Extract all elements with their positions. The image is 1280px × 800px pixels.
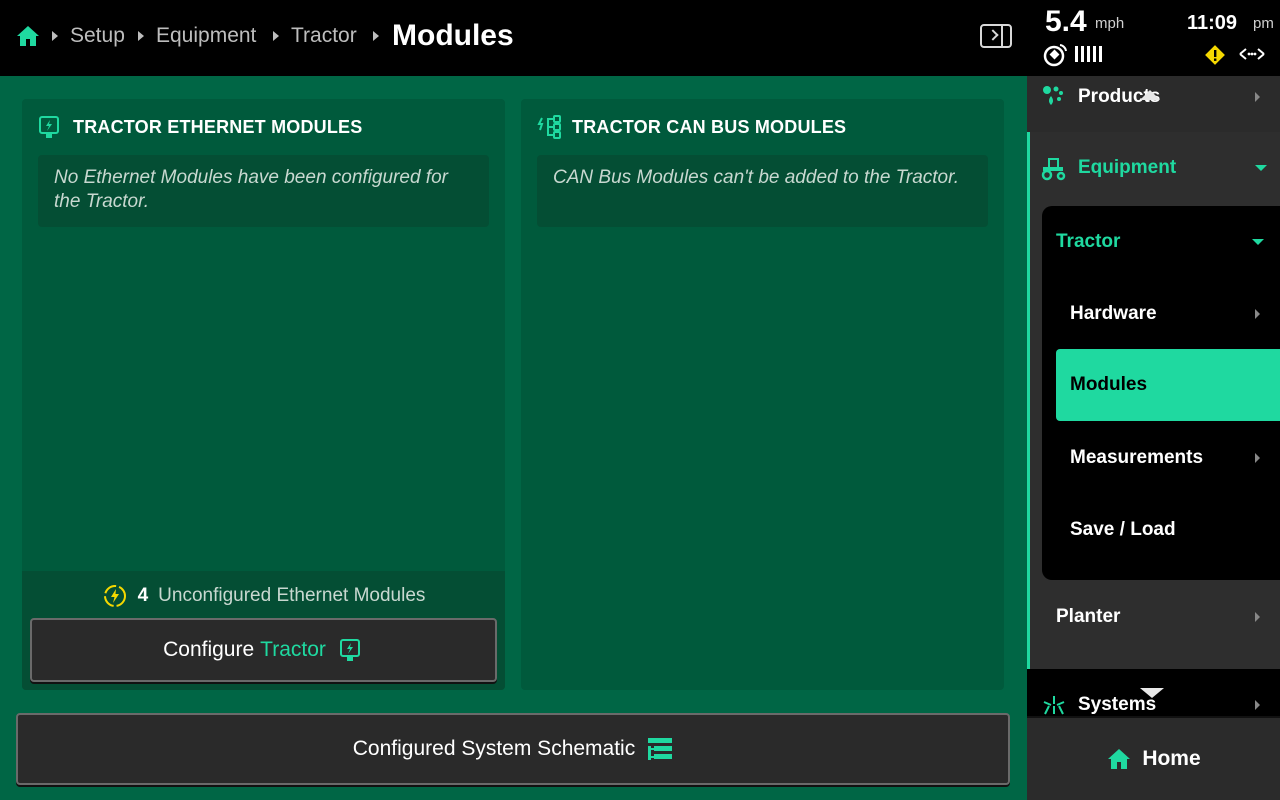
speed-value: 5.4 xyxy=(1045,5,1087,38)
signal-strength-icon xyxy=(1075,46,1105,62)
tractor-icon xyxy=(1041,158,1066,181)
configured-system-schematic-button[interactable]: Configured System Schematic xyxy=(16,713,1010,785)
products-droplets-icon xyxy=(1043,86,1063,105)
home-icon[interactable] xyxy=(16,24,40,48)
sidebar-item-label: Save / Load xyxy=(1070,519,1176,540)
breadcrumb-equipment[interactable]: Equipment xyxy=(156,22,256,50)
systems-sprayer-icon xyxy=(1043,696,1065,715)
chevron-right-icon xyxy=(1255,700,1260,710)
sidebar-item-label: Planter xyxy=(1056,606,1121,627)
sidebar-item-label: Modules xyxy=(1070,374,1148,395)
home-button[interactable]: Home xyxy=(1027,716,1280,800)
chevron-right-icon xyxy=(1255,309,1260,319)
clock-time: 11:09 xyxy=(1187,12,1238,34)
sidebar-item-tractor[interactable]: Tractor xyxy=(1042,206,1280,278)
chevron-right-icon xyxy=(1255,92,1260,102)
main-content: TRACTOR ETHERNET MODULES No Ethernet Mod… xyxy=(0,76,1027,800)
card-title: TRACTOR CAN BUS MODULES xyxy=(572,117,847,137)
card-title: TRACTOR ETHERNET MODULES xyxy=(73,117,363,137)
scroll-down-icon[interactable] xyxy=(1140,688,1164,698)
chevron-right-icon xyxy=(1255,612,1260,622)
unconfigured-modules-status: 4 Unconfigured Ethernet Modules xyxy=(22,583,505,609)
sidebar-item-label: Measurements xyxy=(1070,447,1204,468)
empty-message: No Ethernet Modules have been configured… xyxy=(38,155,489,227)
sidebar-item-label: Tractor xyxy=(1056,231,1121,252)
unconfigured-label: Unconfigured Ethernet Modules xyxy=(158,585,426,606)
sidebar-item-save-load[interactable]: Save / Load xyxy=(1042,494,1280,566)
can-bus-modules-card: TRACTOR CAN BUS MODULES CAN Bus Modules … xyxy=(521,99,1004,690)
sidebar-item-equipment[interactable]: Equipment xyxy=(1030,132,1280,204)
top-bar: Setup Equipment Tractor Modules xyxy=(0,0,1027,76)
sidebar-item-products[interactable]: Products xyxy=(1027,76,1280,133)
sidebar-item-label: Hardware xyxy=(1070,303,1157,324)
configure-label: Configure xyxy=(163,638,255,661)
chevron-right-icon xyxy=(1255,453,1260,463)
home-label: Home xyxy=(1142,747,1201,770)
sidebar-item-hardware[interactable]: Hardware xyxy=(1042,278,1280,350)
unconfigured-bolt-icon xyxy=(103,585,126,607)
page-title: Modules xyxy=(392,19,514,52)
ethernet-modules-card: TRACTOR ETHERNET MODULES No Ethernet Mod… xyxy=(22,99,505,690)
connection-icon[interactable] xyxy=(1238,44,1266,64)
info-message: CAN Bus Modules can't be added to the Tr… xyxy=(537,155,988,227)
breadcrumb-setup[interactable]: Setup xyxy=(70,22,125,50)
schematic-label: Configured System Schematic xyxy=(352,737,636,760)
sidebar-item-measurements[interactable]: Measurements xyxy=(1042,422,1280,494)
sidebar-nav: Products Equipment Tractor Hardware Meas xyxy=(1027,76,1280,800)
configure-tractor-button[interactable]: Configure Tractor xyxy=(30,618,497,682)
panel-toggle-icon[interactable] xyxy=(980,24,1012,48)
ethernet-module-icon xyxy=(39,116,59,138)
status-area: 5.4 mph 11:09 pm xyxy=(1027,0,1280,76)
unconfigured-count: 4 xyxy=(137,585,149,606)
clock-ampm: pm xyxy=(1253,15,1274,32)
chevron-down-icon xyxy=(1255,165,1267,171)
sidebar-item-label: Equipment xyxy=(1078,157,1177,178)
can-bus-icon xyxy=(537,115,561,139)
chevron-down-icon xyxy=(1252,239,1264,245)
ethernet-module-icon xyxy=(339,639,360,661)
gps-satellite-icon[interactable] xyxy=(1043,42,1069,68)
configure-target: Tractor xyxy=(260,638,326,661)
breadcrumb-separator xyxy=(273,31,279,41)
warning-icon[interactable] xyxy=(1204,44,1226,66)
speed-unit: mph xyxy=(1095,15,1125,32)
home-icon xyxy=(1108,749,1131,769)
schematic-icon xyxy=(648,738,673,760)
sidebar-item-planter[interactable]: Planter xyxy=(1027,581,1280,653)
sidebar-item-modules[interactable]: Modules xyxy=(1056,349,1280,421)
breadcrumb-tractor[interactable]: Tractor xyxy=(291,22,357,50)
scroll-up-icon[interactable] xyxy=(1140,90,1160,100)
breadcrumb-separator xyxy=(373,31,379,41)
breadcrumb-separator xyxy=(52,31,58,41)
breadcrumb-separator xyxy=(138,31,144,41)
card-footer: 4 Unconfigured Ethernet Modules Configur… xyxy=(22,571,505,690)
